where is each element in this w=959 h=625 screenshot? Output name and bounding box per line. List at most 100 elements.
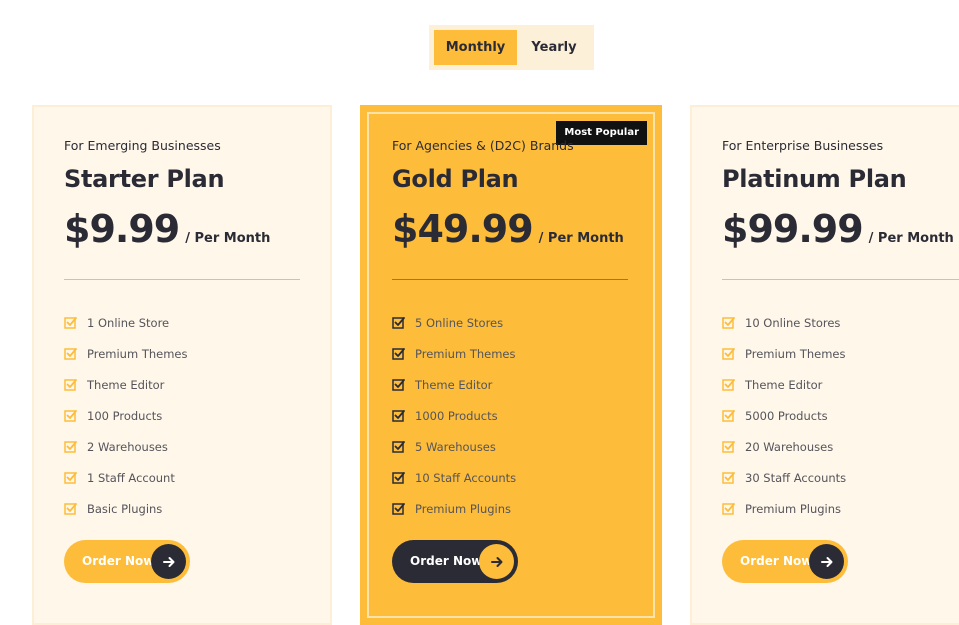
order-now-button[interactable]: Order Now — [392, 540, 518, 583]
feature-label: 2 Warehouses — [87, 439, 168, 454]
plan-price: $49.99 — [392, 207, 534, 251]
feature-item: Premium Plugins — [722, 493, 846, 524]
checkbox-check-icon — [392, 378, 405, 391]
arrow-right-icon — [151, 544, 186, 579]
plan-tagline: For Agencies & (D2C) Brands — [392, 138, 574, 153]
divider — [64, 279, 300, 280]
feature-label: 10 Staff Accounts — [415, 470, 517, 485]
plan-name: Platinum Plan — [722, 165, 907, 193]
price-period: / Per Month — [868, 231, 954, 246]
feature-list: 10 Online Stores Premium Themes Theme Edit… — [722, 307, 846, 524]
feature-label: 10 Online Stores — [745, 315, 841, 330]
feature-label: 5 Online Stores — [415, 315, 504, 330]
checkbox-check-icon — [64, 316, 77, 329]
feature-label: Basic Plugins — [87, 501, 163, 516]
plan-price: $9.99 — [64, 207, 180, 251]
checkbox-check-icon — [392, 440, 405, 453]
price-row: $99.99 / Per Month — [722, 207, 954, 251]
feature-label: 5 Warehouses — [415, 439, 496, 454]
feature-item: Theme Editor — [722, 369, 846, 400]
feature-label: 30 Staff Accounts — [745, 470, 847, 485]
order-now-button[interactable]: Order Now — [64, 540, 190, 583]
checkbox-check-icon — [64, 347, 77, 360]
feature-label: 20 Warehouses — [745, 439, 834, 454]
feature-item: Premium Themes — [722, 338, 846, 369]
feature-item: 1 Online Store — [64, 307, 188, 338]
checkbox-check-icon — [392, 409, 405, 422]
plan-price: $99.99 — [722, 207, 864, 251]
feature-label: Theme Editor — [87, 377, 165, 392]
arrow-right-icon — [809, 544, 844, 579]
feature-label: 100 Products — [87, 408, 163, 423]
billing-toggle: Monthly Yearly — [429, 25, 594, 70]
divider — [392, 279, 628, 280]
checkbox-check-icon — [722, 471, 735, 484]
checkbox-check-icon — [722, 347, 735, 360]
checkbox-check-icon — [392, 471, 405, 484]
checkbox-check-icon — [722, 409, 735, 422]
feature-item: 1000 Products — [392, 400, 516, 431]
feature-item: 5000 Products — [722, 400, 846, 431]
price-period: / Per Month — [538, 231, 624, 246]
checkbox-check-icon — [64, 471, 77, 484]
monthly-toggle-button[interactable]: Monthly — [434, 30, 517, 65]
gold-card-inner: Most Popular For Agencies & (D2C) Brands… — [367, 112, 655, 618]
checkbox-check-icon — [722, 316, 735, 329]
feature-item: Theme Editor — [64, 369, 188, 400]
feature-item: Basic Plugins — [64, 493, 188, 524]
price-period: / Per Month — [185, 231, 271, 246]
feature-label: 1 Online Store — [87, 315, 170, 330]
plan-name: Gold Plan — [392, 165, 519, 193]
order-now-label: Order Now — [82, 554, 155, 568]
feature-item: 5 Warehouses — [392, 431, 516, 462]
platinum-plan-card: For Enterprise Businesses Platinum Plan … — [690, 105, 959, 625]
starter-plan-card: For Emerging Businesses Starter Plan $9.… — [32, 105, 332, 625]
checkbox-check-icon — [64, 502, 77, 515]
feature-item: 30 Staff Accounts — [722, 462, 846, 493]
checkbox-check-icon — [722, 440, 735, 453]
feature-label: 5000 Products — [745, 408, 828, 423]
feature-item: 10 Staff Accounts — [392, 462, 516, 493]
gold-plan-card: Most Popular For Agencies & (D2C) Brands… — [360, 105, 662, 625]
feature-label: Theme Editor — [745, 377, 823, 392]
plan-name: Starter Plan — [64, 165, 225, 193]
feature-item: 2 Warehouses — [64, 431, 188, 462]
feature-label: Theme Editor — [415, 377, 493, 392]
checkbox-check-icon — [64, 378, 77, 391]
order-now-label: Order Now — [410, 554, 483, 568]
feature-item: Premium Plugins — [392, 493, 516, 524]
checkbox-check-icon — [722, 502, 735, 515]
feature-list: 1 Online Store Premium Themes Theme Editor… — [64, 307, 188, 524]
yearly-toggle-button[interactable]: Yearly — [521, 30, 587, 65]
feature-label: Premium Themes — [745, 346, 846, 361]
feature-list: 5 Online Stores Premium Themes Theme Edito… — [392, 307, 516, 524]
feature-item: 5 Online Stores — [392, 307, 516, 338]
order-now-button[interactable]: Order Now — [722, 540, 848, 583]
feature-item: 10 Online Stores — [722, 307, 846, 338]
feature-item: Theme Editor — [392, 369, 516, 400]
price-row: $49.99 / Per Month — [392, 207, 624, 251]
feature-label: 1 Staff Account — [87, 470, 175, 485]
feature-item: 20 Warehouses — [722, 431, 846, 462]
checkbox-check-icon — [392, 316, 405, 329]
feature-item: Premium Themes — [64, 338, 188, 369]
feature-label: Premium Themes — [87, 346, 188, 361]
plan-tagline: For Emerging Businesses — [64, 138, 221, 153]
order-now-label: Order Now — [740, 554, 813, 568]
feature-label: Premium Themes — [415, 346, 516, 361]
feature-item: 100 Products — [64, 400, 188, 431]
checkbox-check-icon — [392, 347, 405, 360]
checkbox-check-icon — [722, 378, 735, 391]
checkbox-check-icon — [392, 502, 405, 515]
feature-label: Premium Plugins — [745, 501, 842, 516]
price-row: $9.99 / Per Month — [64, 207, 270, 251]
feature-item: 1 Staff Account — [64, 462, 188, 493]
plan-tagline: For Enterprise Businesses — [722, 138, 884, 153]
feature-label: 1000 Products — [415, 408, 498, 423]
arrow-right-icon — [479, 544, 514, 579]
feature-item: Premium Themes — [392, 338, 516, 369]
checkbox-check-icon — [64, 440, 77, 453]
feature-label: Premium Plugins — [415, 501, 512, 516]
divider — [722, 279, 959, 280]
checkbox-check-icon — [64, 409, 77, 422]
